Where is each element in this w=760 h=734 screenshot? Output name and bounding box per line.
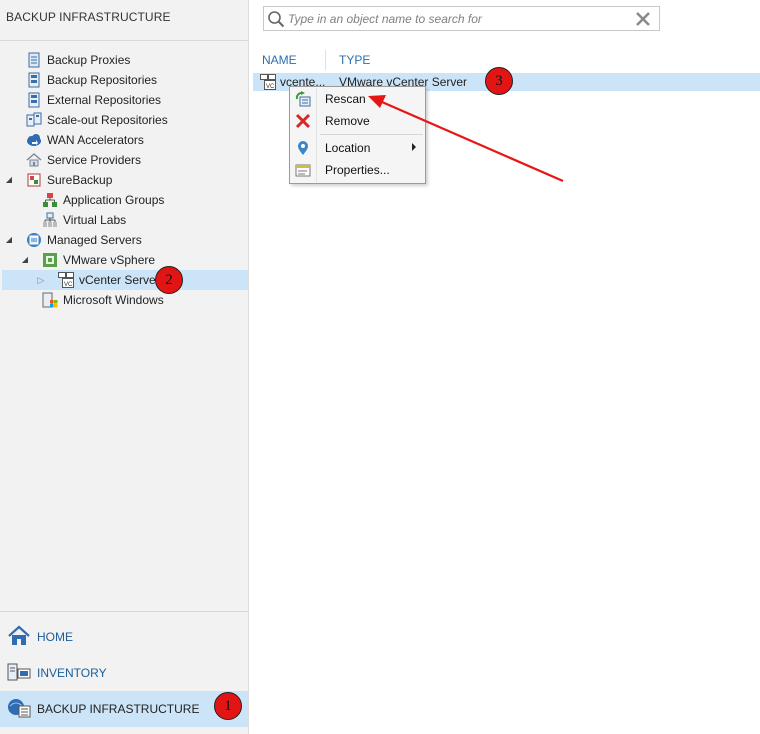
annotation-arrow (368, 95, 564, 183)
callout-1: 1 (214, 692, 242, 720)
callout-3: 3 (485, 67, 513, 95)
callout-2: 2 (155, 266, 183, 294)
